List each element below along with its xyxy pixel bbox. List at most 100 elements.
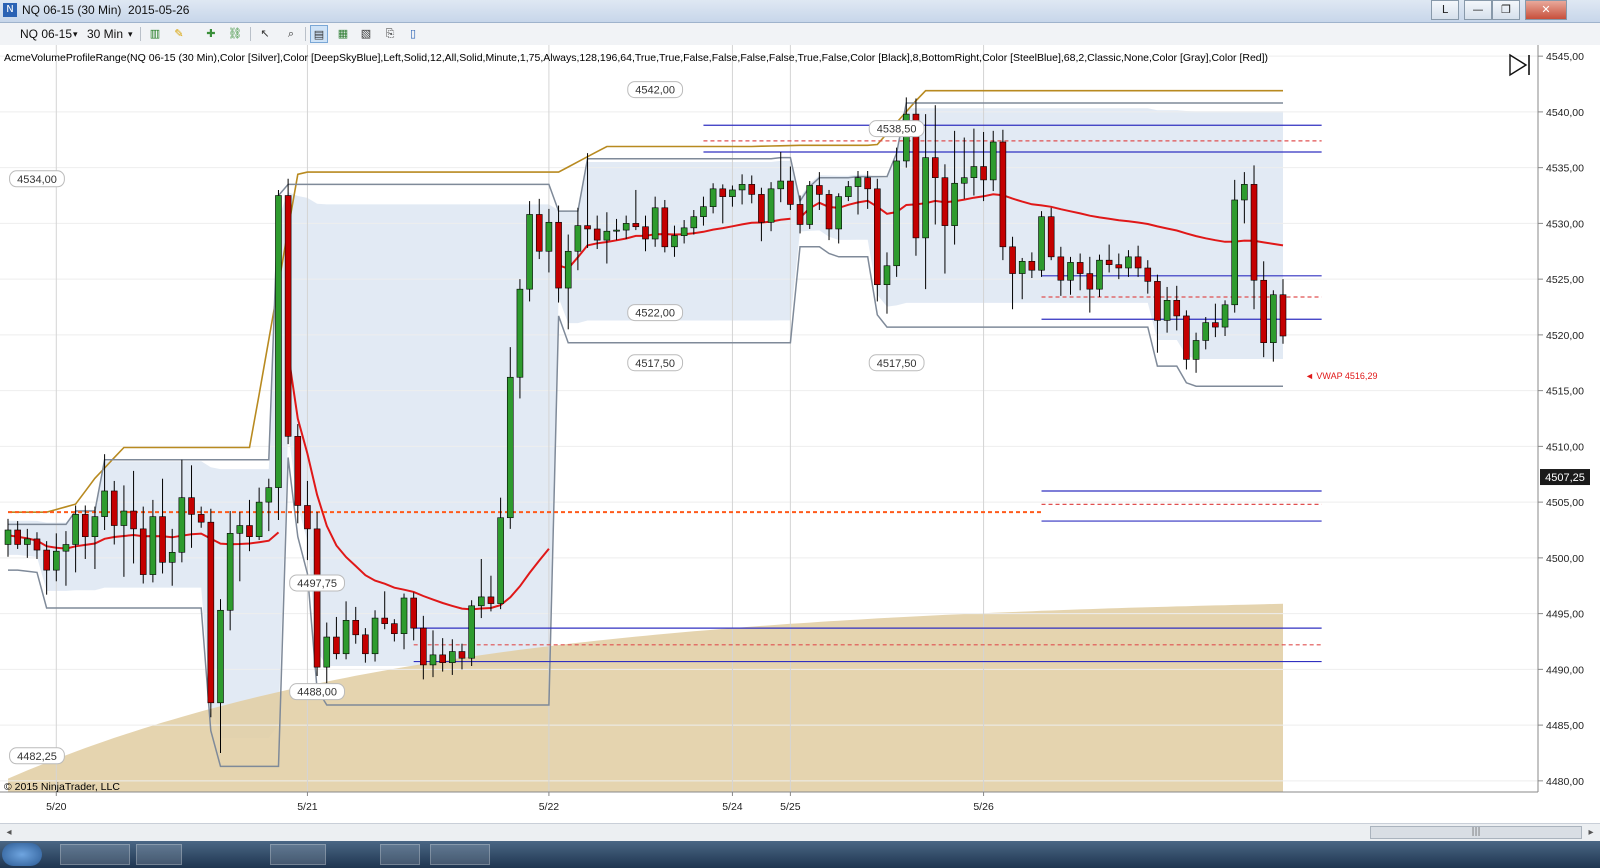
candle-body — [81, 514, 89, 537]
candle-body — [342, 620, 350, 655]
candle-body — [391, 623, 398, 634]
candle-body — [787, 180, 794, 205]
x-tick-label: 5/21 — [297, 801, 318, 813]
taskbar-item[interactable] — [380, 844, 420, 865]
candle-body — [1076, 262, 1084, 274]
y-tick-label: 4510,00 — [1546, 441, 1584, 453]
candle-body — [24, 538, 31, 545]
candle-body — [700, 206, 707, 217]
chart-style-icon[interactable]: ▤ — [310, 25, 328, 43]
candle-body — [429, 654, 437, 666]
zoom-icon[interactable]: ⌕ — [282, 25, 300, 43]
candle-body — [400, 597, 408, 634]
horizontal-scrollbar[interactable]: ◂ ||| ▸ — [0, 823, 1600, 841]
instrument-selector[interactable]: NQ 06-15 — [20, 25, 72, 43]
help-button[interactable]: L — [1431, 0, 1459, 20]
candle-body — [352, 620, 360, 636]
candle-body — [960, 177, 968, 184]
candle-body — [845, 186, 852, 197]
toolbar-divider — [140, 27, 141, 41]
taskbar-item[interactable] — [136, 844, 182, 865]
copy-icon[interactable]: ⎘ — [381, 25, 399, 43]
y-tick-label: 4545,00 — [1546, 51, 1584, 63]
candle-body — [101, 490, 108, 517]
link-icon[interactable]: ⛓ — [226, 25, 244, 43]
x-tick-label: 5/26 — [973, 801, 994, 813]
candle-body — [922, 157, 929, 239]
price-level-label: 4488,00 — [297, 687, 337, 699]
candle-body — [72, 514, 79, 545]
windows-taskbar — [0, 841, 1600, 868]
candle-body — [1163, 300, 1171, 321]
minimize-button[interactable]: — — [1464, 0, 1492, 20]
candle-body — [1018, 260, 1026, 274]
candle-body — [381, 617, 388, 624]
y-tick-label: 4495,00 — [1546, 609, 1584, 621]
candle-body — [564, 250, 572, 289]
candle-body — [806, 185, 813, 225]
price-level-label: 4534,00 — [17, 174, 57, 186]
last-price-label: 4507,25 — [1545, 472, 1585, 484]
y-tick-label: 4520,00 — [1546, 330, 1584, 342]
candle-body — [1202, 322, 1210, 341]
price-level-label: 4538,50 — [877, 124, 917, 136]
candle-body — [420, 627, 427, 666]
draw-pencil-icon[interactable]: ✎ — [170, 25, 188, 43]
y-tick-label: 4540,00 — [1546, 107, 1584, 119]
candle-body — [1279, 294, 1287, 337]
scroll-right-icon[interactable]: ▸ — [1584, 824, 1598, 841]
scroll-left-icon[interactable]: ◂ — [2, 824, 16, 841]
arrow-cursor-icon[interactable]: ↖ — [256, 25, 274, 43]
candle-body — [989, 141, 997, 181]
candle-body — [1009, 246, 1016, 274]
taskbar-item[interactable] — [430, 844, 490, 865]
candle-body — [1028, 260, 1036, 271]
indicators-icon[interactable]: ▦ — [334, 25, 352, 43]
y-tick-label: 4480,00 — [1546, 776, 1584, 788]
candle-body — [120, 510, 128, 526]
candle-body — [506, 376, 514, 519]
bar-chart-icon[interactable]: ▥ — [146, 25, 164, 43]
candle-body — [188, 497, 195, 515]
draw-tools-icon[interactable]: ✚ — [202, 25, 220, 43]
start-button[interactable] — [2, 843, 42, 866]
instrument-dropdown-icon[interactable]: ▾ — [73, 25, 78, 43]
candle-body — [1270, 294, 1277, 343]
candle-body — [284, 195, 292, 437]
strategy-icon[interactable]: ▧ — [357, 25, 375, 43]
toolbar-divider — [250, 27, 251, 41]
candle-body — [729, 189, 736, 197]
candle-body — [333, 636, 340, 655]
restore-button[interactable]: ❐ — [1492, 0, 1520, 20]
candle-body — [748, 184, 756, 195]
candle-body — [1144, 267, 1152, 282]
candle-body — [43, 549, 50, 571]
candle-body — [854, 177, 862, 187]
candle-body — [110, 490, 118, 526]
interval-dropdown-icon[interactable]: ▾ — [128, 25, 133, 43]
candle-body — [758, 194, 765, 223]
chart-toolbar: NQ 06-15 ▾ 30 Min ▾ ▥ ✎ ✚ ⛓ ↖ ⌕ ▤ ▦ ▧ ⎘ … — [0, 23, 1600, 46]
candle-body — [1115, 264, 1123, 269]
candle-body — [1057, 256, 1065, 281]
price-chart[interactable]: 4534,00 4482,25 4497,75 4488,00 4542,00 4522,… — [0, 45, 1600, 823]
candle-body — [323, 636, 331, 668]
price-level-label: 4517,50 — [635, 358, 675, 370]
vwap-value-label: ◄ VWAP 4516,29 — [1305, 371, 1377, 381]
candle-body — [1047, 216, 1055, 258]
x-tick-label: 5/22 — [539, 801, 560, 813]
data-box-icon[interactable]: ▯ — [404, 25, 422, 43]
candle-body — [951, 182, 958, 226]
candle-body — [796, 204, 804, 225]
scroll-thumb[interactable]: ||| — [1370, 826, 1582, 839]
price-level-label: 4482,25 — [17, 751, 57, 763]
candle-body — [62, 544, 70, 552]
close-button[interactable]: ✕ — [1525, 0, 1567, 20]
y-tick-label: 4485,00 — [1546, 720, 1584, 732]
interval-selector[interactable]: 30 Min — [87, 25, 123, 43]
candle-body — [719, 188, 727, 197]
taskbar-item[interactable] — [60, 844, 130, 865]
taskbar-item[interactable] — [270, 844, 326, 865]
y-tick-label: 4515,00 — [1546, 386, 1584, 398]
candle-body — [709, 188, 717, 207]
